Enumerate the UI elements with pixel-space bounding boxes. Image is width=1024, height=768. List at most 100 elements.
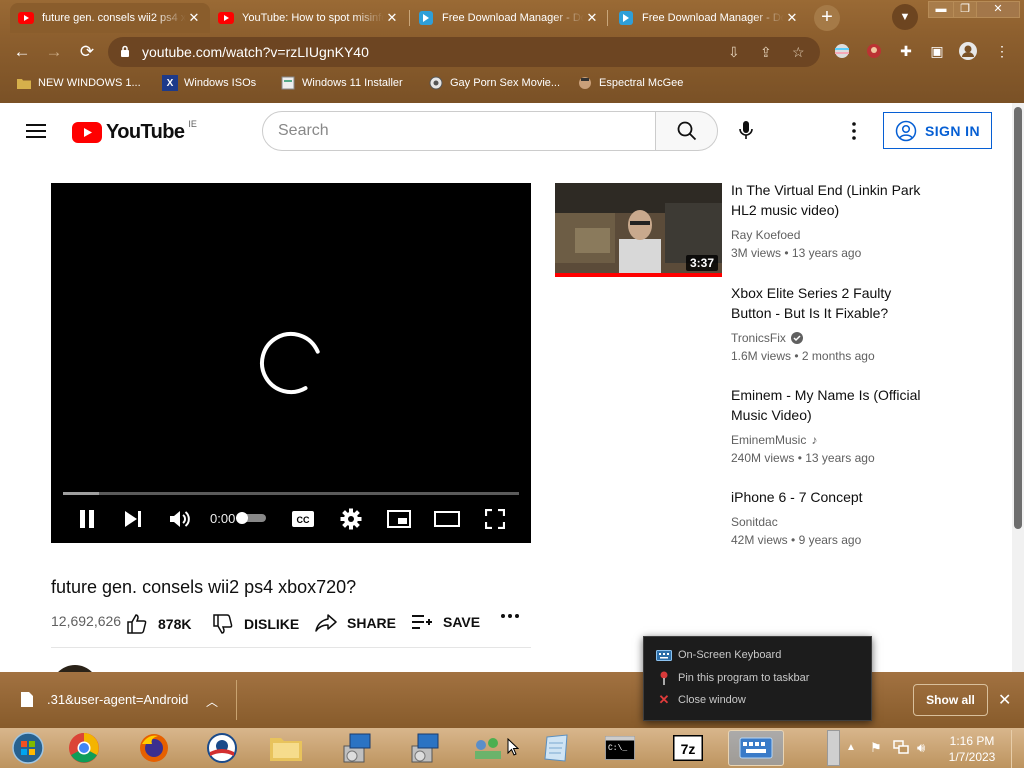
close-icon[interactable]: ✕ — [998, 690, 1011, 710]
network-tray-icon[interactable] — [893, 740, 909, 754]
show-desktop-button[interactable] — [1011, 730, 1024, 768]
bookmark-5[interactable]: Espectral McGee — [577, 75, 683, 91]
show-all-button[interactable]: Show all — [913, 684, 988, 716]
channel-label: TronicsFix — [731, 331, 786, 345]
back-button[interactable]: ← — [11, 41, 33, 63]
installer-icon[interactable] — [396, 730, 452, 766]
miniplayer-icon[interactable] — [385, 505, 413, 533]
minimize-button[interactable]: ▬ — [928, 1, 954, 18]
volume-tray-icon[interactable]: 🔊︎ — [917, 740, 925, 756]
recommendation-3[interactable]: Eminem - My Name Is (Official Music Vide… — [555, 385, 995, 482]
start-orb-icon[interactable] — [0, 730, 56, 766]
bookmark-star-icon[interactable]: ☆ — [792, 44, 805, 61]
tab-1[interactable]: future gen. consels wii2 ps4 xbox720? ✕ — [10, 3, 210, 33]
captions-icon[interactable]: CC — [289, 505, 317, 533]
channel-name[interactable]: EminemMusic ♪ — [731, 433, 817, 447]
tab-3[interactable]: Free Download Manager - Download ✕ — [410, 3, 608, 33]
recommendation-title[interactable]: In The Virtual End (Linkin Park HL2 musi… — [731, 180, 931, 220]
recommendation-1[interactable]: 3:37 In The Virtual End (Linkin Park HL2… — [555, 180, 995, 277]
hamburger-menu-icon[interactable] — [26, 123, 46, 139]
share-icon[interactable]: ⇪ — [760, 44, 772, 61]
recommendation-4[interactable]: iPhone 6 - 7 Concept Sonitdac 42M views … — [555, 487, 995, 584]
sign-in-button[interactable]: SIGN IN — [883, 112, 992, 149]
fullscreen-icon[interactable] — [481, 505, 509, 533]
recommendation-title[interactable]: iPhone 6 - 7 Concept — [731, 487, 931, 507]
channel-name[interactable]: TronicsFix — [731, 331, 803, 345]
action-center-flag-icon[interactable]: ⚑ — [870, 740, 882, 756]
reload-button[interactable]: ⟳ — [76, 41, 98, 63]
chevron-up-icon[interactable]: ︿ — [206, 693, 218, 710]
taskbar-scroll-widget[interactable] — [827, 730, 840, 766]
video-player[interactable]: 0:00 CC — [51, 183, 531, 543]
flag-extension-icon[interactable] — [832, 41, 852, 61]
side-panel-icon[interactable]: ▣ — [927, 41, 947, 61]
bookmark-1[interactable]: NEW WINDOWS 1... — [16, 75, 141, 91]
7zip-icon[interactable]: 7z — [660, 730, 716, 766]
settings-gear-icon[interactable] — [337, 505, 365, 533]
new-tab-button[interactable]: + — [814, 5, 840, 31]
tab-4[interactable]: Free Download Manager - Download ✕ — [610, 3, 808, 33]
jump-item-pin[interactable]: Pin this program to taskbar — [656, 671, 809, 685]
microphone-icon[interactable] — [734, 118, 758, 142]
jump-item-close[interactable]: ✕ Close window — [656, 692, 746, 707]
mouse-cursor-icon — [507, 738, 519, 756]
progress-bar[interactable] — [63, 492, 519, 495]
volume-slider[interactable] — [236, 512, 266, 524]
download-item[interactable]: .31&user-agent=Android — [21, 692, 188, 707]
channel-avatar[interactable] — [51, 665, 99, 672]
close-tab-icon[interactable]: ✕ — [784, 10, 800, 26]
firefox-icon[interactable] — [126, 730, 182, 766]
jump-item-osk[interactable]: On-Screen Keyboard — [656, 648, 781, 662]
forward-button[interactable]: → — [43, 41, 65, 63]
dislike-button[interactable]: DISLIKE — [212, 613, 299, 635]
youtube-logo[interactable]: YouTube IE — [72, 119, 197, 144]
install-app-icon[interactable]: ⇩ — [728, 44, 740, 61]
tab-search-button[interactable]: ▼ — [892, 4, 918, 30]
close-tab-icon[interactable]: ✕ — [384, 10, 400, 26]
close-tab-icon[interactable]: ✕ — [584, 10, 600, 26]
puzzle-icon[interactable]: ✚ — [896, 41, 916, 61]
osk-icon[interactable] — [728, 730, 784, 766]
chrome-menu-icon[interactable]: ⋮ — [992, 41, 1012, 61]
obama-icon[interactable] — [194, 730, 250, 766]
recommendation-2[interactable]: Xbox Elite Series 2 Faulty Button - But … — [555, 283, 995, 380]
bookmark-3[interactable]: Windows 11 Installer — [280, 75, 403, 91]
channel-name[interactable]: Ray Koefoed — [731, 228, 800, 242]
cmd-icon[interactable]: C:\_ — [592, 730, 648, 766]
like-button[interactable]: 878K — [126, 613, 191, 635]
address-bar[interactable]: youtube.com/watch?v=rzLIUgnKY40 ⇩ ⇪ ☆ — [108, 37, 820, 67]
settings-dots-icon[interactable] — [846, 120, 862, 142]
page-scrollbar[interactable] — [1012, 103, 1024, 672]
bookmark-4[interactable]: Gay Porn Sex Movie... — [428, 75, 560, 91]
tab-2[interactable]: YouTube: How to spot misinformation ✕ — [210, 3, 408, 33]
installer-icon[interactable] — [328, 730, 384, 766]
volume-icon[interactable] — [165, 505, 195, 533]
recommendation-title[interactable]: Eminem - My Name Is (Official Music Vide… — [731, 385, 931, 425]
system-clock[interactable]: 1:16 PM 1/7/2023 — [938, 733, 1006, 765]
search-button[interactable] — [655, 111, 718, 151]
channel-name[interactable]: Sonitdac — [731, 515, 778, 529]
avatar-extension-icon[interactable] — [864, 41, 884, 61]
scrollbar-thumb[interactable] — [1014, 107, 1022, 529]
account-icon — [895, 120, 917, 142]
restore-button[interactable]: ❐ — [953, 1, 977, 18]
recommendation-title[interactable]: Xbox Elite Series 2 Faulty Button - But … — [731, 283, 931, 323]
close-tab-icon[interactable]: ✕ — [186, 10, 202, 26]
share-button[interactable]: SHARE — [315, 613, 396, 633]
explorer-icon[interactable] — [258, 730, 314, 766]
save-button[interactable]: SAVE — [411, 613, 480, 631]
more-actions-icon[interactable] — [500, 613, 520, 619]
bookmark-2[interactable]: X Windows ISOs — [162, 75, 256, 91]
tray-chevron-icon[interactable]: ▲ — [846, 742, 856, 753]
next-icon[interactable] — [119, 505, 147, 533]
age-label: 9 years ago — [798, 533, 862, 547]
volume-knob[interactable] — [236, 512, 248, 524]
profile-icon[interactable] — [958, 41, 978, 61]
chrome-icon[interactable] — [56, 730, 112, 766]
notepad-icon[interactable] — [528, 730, 584, 766]
pause-icon[interactable] — [73, 505, 101, 533]
theater-mode-icon[interactable] — [433, 505, 461, 533]
close-window-button[interactable]: ✕ — [976, 1, 1020, 18]
search-input[interactable]: Search — [262, 111, 656, 151]
video-thumbnail[interactable]: 3:37 — [555, 183, 722, 277]
